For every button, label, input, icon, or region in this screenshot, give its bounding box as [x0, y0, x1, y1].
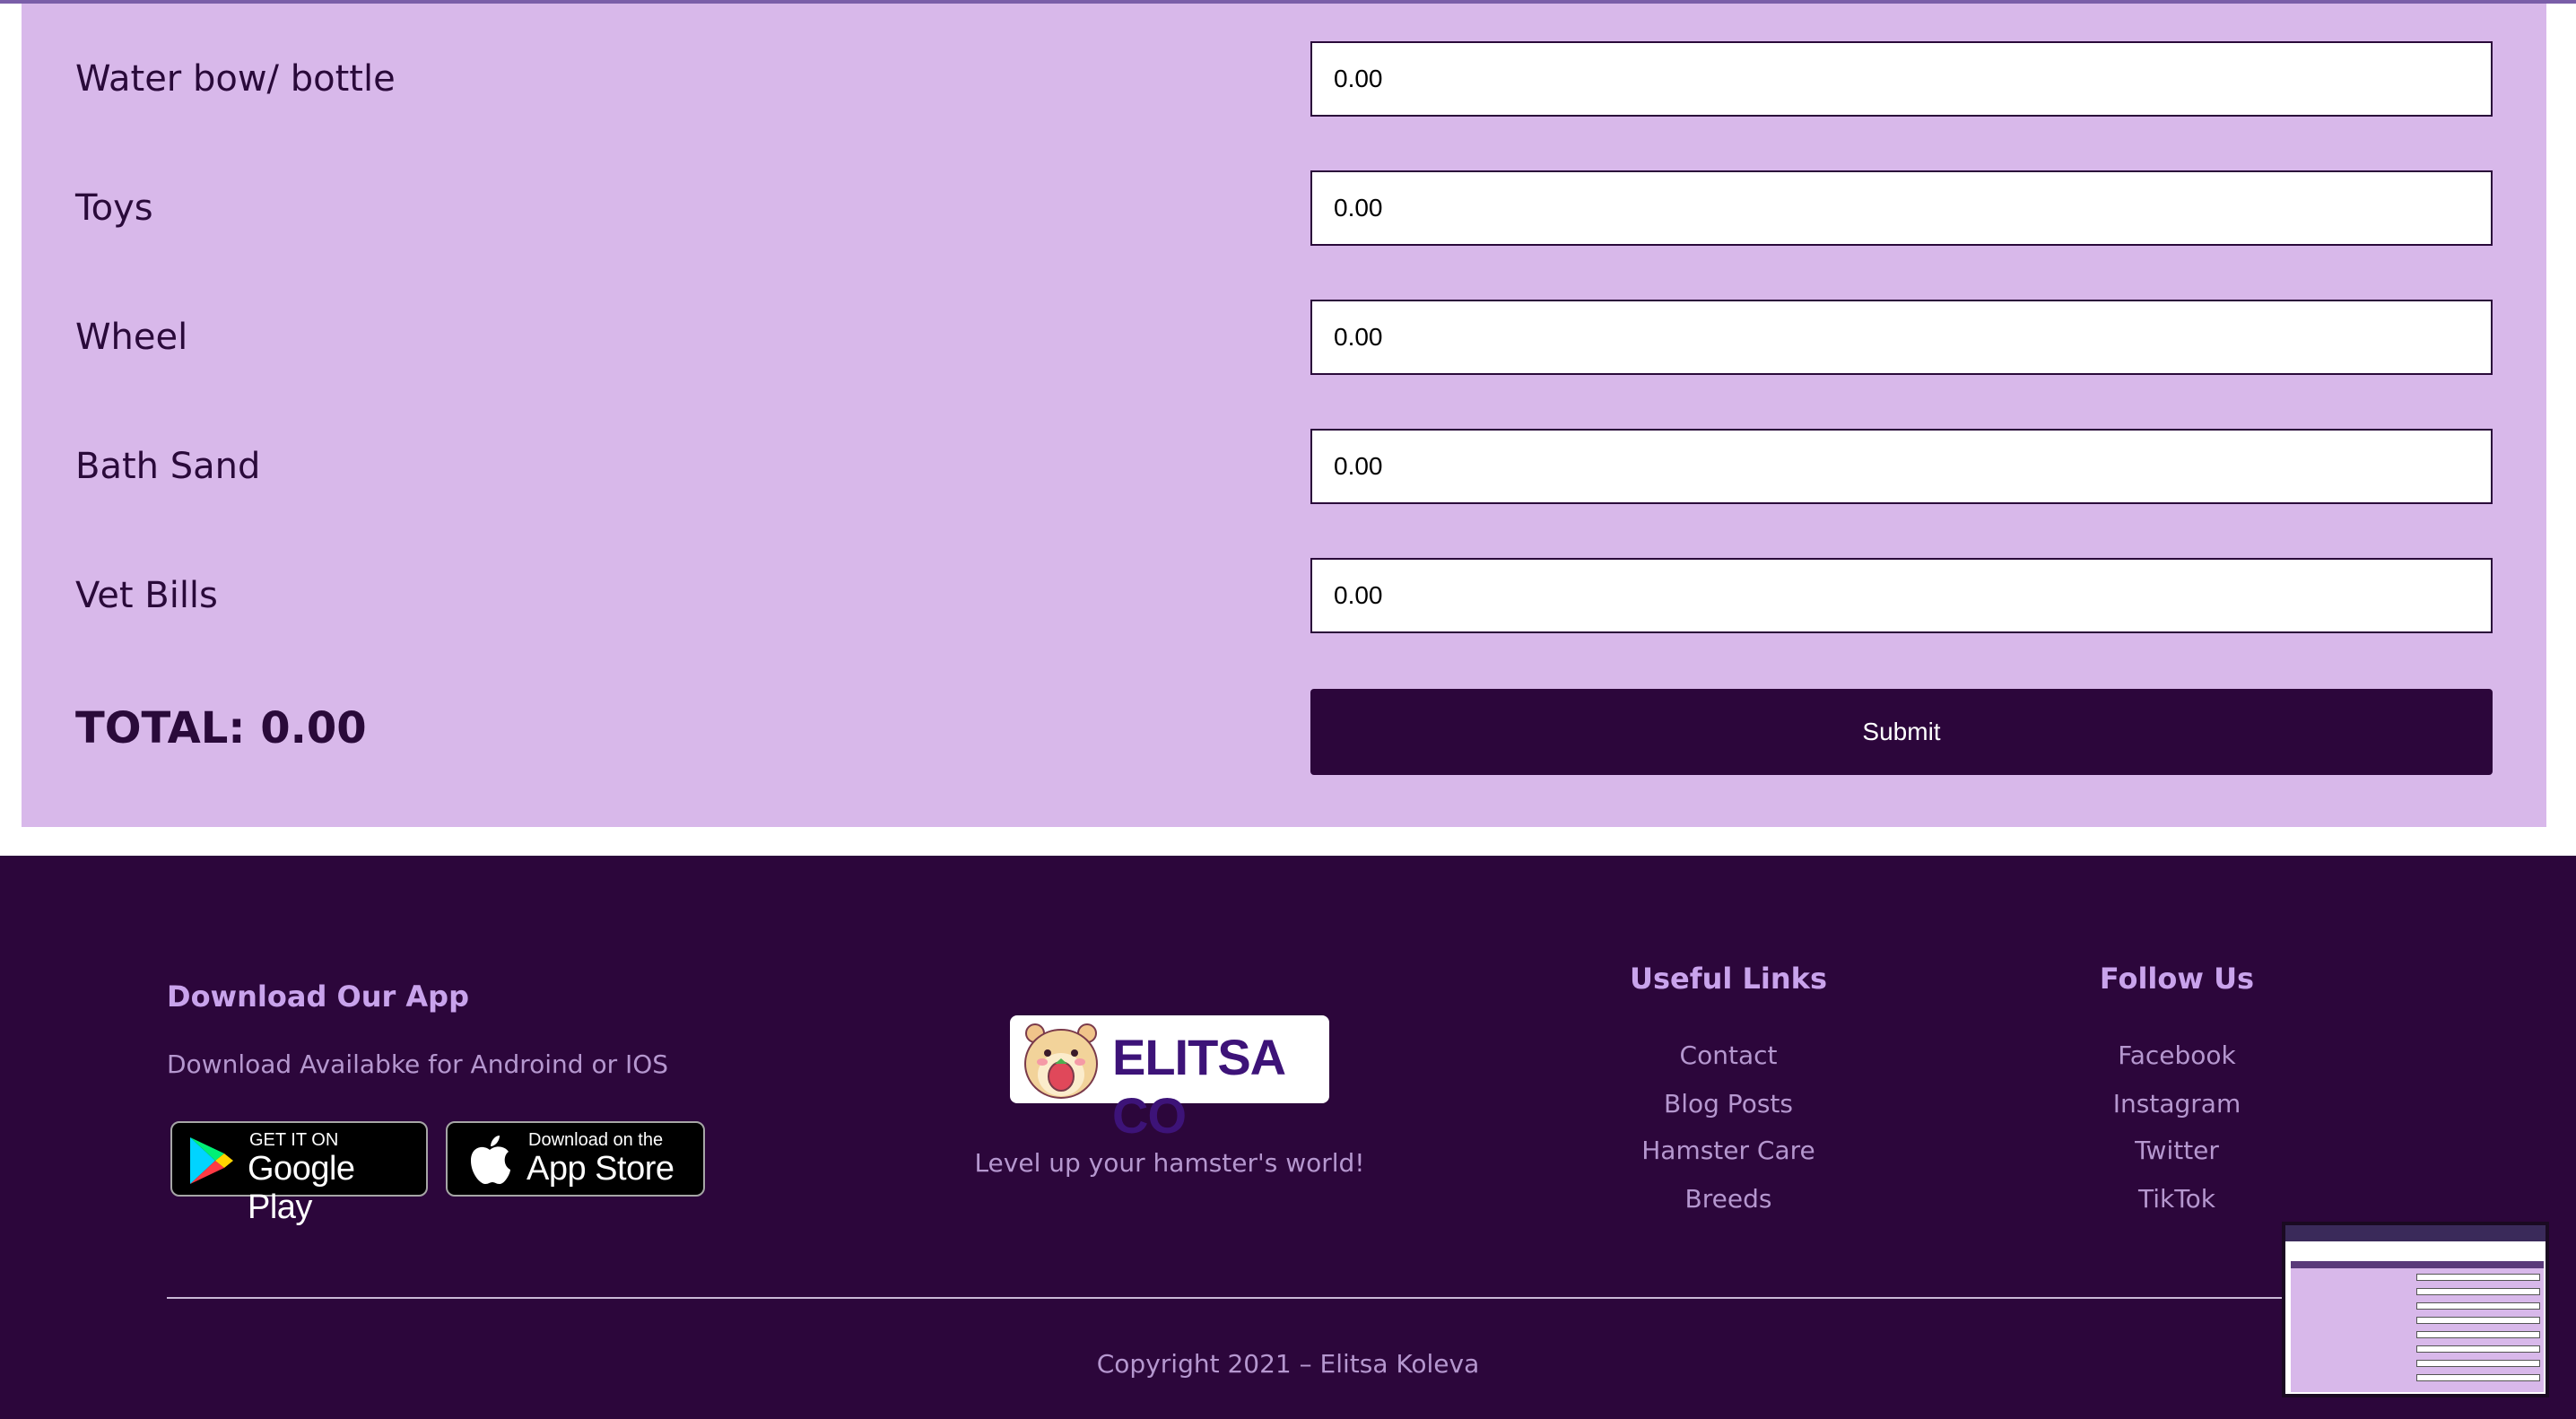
logo-text: ELITSA CO [1112, 1029, 1284, 1144]
google-play-small-text: GET IT ON [249, 1130, 339, 1150]
thumbnail-form [2291, 1261, 2544, 1392]
site-footer: Download Our App Download Availabke for … [0, 856, 2576, 1419]
total-label: TOTAL: 0.00 [75, 703, 367, 753]
vet-bills-input[interactable] [1310, 558, 2493, 633]
footer-link-breeds[interactable]: Breeds [1594, 1184, 1863, 1214]
toys-input[interactable] [1310, 170, 2493, 246]
footer-divider [167, 1297, 2445, 1299]
footer-link-contact[interactable]: Contact [1594, 1040, 1863, 1070]
thumbnail-toolbar [2285, 1225, 2546, 1241]
row-label: Bath Sand [75, 446, 261, 487]
row-label: Water bow/ bottle [75, 58, 396, 100]
screenshot-preview-thumbnail[interactable] [2282, 1222, 2549, 1397]
google-play-icon [190, 1137, 233, 1184]
social-link-instagram[interactable]: Instagram [2042, 1089, 2311, 1119]
form-row-water-bowl: Water bow/ bottle [22, 41, 2546, 117]
app-store-big-text: App Store [527, 1150, 674, 1188]
follow-us-heading: Follow Us [2099, 962, 2255, 996]
wheel-input[interactable] [1310, 300, 2493, 375]
footer-link-blog-posts[interactable]: Blog Posts [1594, 1089, 1863, 1119]
cost-form: Water bow/ bottle Toys Wheel Bath Sand V… [22, 4, 2546, 827]
row-label: Wheel [75, 317, 188, 358]
form-row-bath-sand: Bath Sand [22, 429, 2546, 504]
download-app-text: Download Availabke for Androind or IOS [167, 1049, 669, 1079]
apple-icon [471, 1136, 510, 1184]
row-label: Toys [75, 187, 153, 229]
useful-links-heading: Useful Links [1629, 962, 1827, 996]
water-bowl-input[interactable] [1310, 41, 2493, 117]
footer-link-hamster-care[interactable]: Hamster Care [1594, 1136, 1863, 1165]
download-app-heading: Download Our App [167, 979, 469, 1014]
social-link-twitter[interactable]: Twitter [2042, 1136, 2311, 1165]
elitsa-co-logo[interactable]: ELITSA CO [1010, 1015, 1329, 1144]
form-row-wheel: Wheel [22, 300, 2546, 375]
google-play-badge[interactable]: GET IT ON Google Play [170, 1121, 428, 1226]
row-label: Vet Bills [75, 575, 218, 616]
google-play-big-text: Google Play [248, 1150, 355, 1226]
app-store-small-text: Download on the [528, 1130, 664, 1150]
form-row-toys: Toys [22, 170, 2546, 246]
hamster-logo-icon [1024, 1023, 1098, 1099]
copyright-text: Copyright 2021 – Elitsa Koleva [1096, 1349, 1480, 1379]
form-row-vet-bills: Vet Bills [22, 558, 2546, 633]
bath-sand-input[interactable] [1310, 429, 2493, 504]
app-store-badge[interactable]: Download on the App Store [446, 1121, 705, 1197]
submit-button[interactable]: Submit [1310, 689, 2493, 775]
brand-tagline: Level up your hamster's world! [974, 1148, 1365, 1178]
social-link-tiktok[interactable]: TikTok [2042, 1184, 2311, 1214]
social-link-facebook[interactable]: Facebook [2042, 1040, 2311, 1070]
